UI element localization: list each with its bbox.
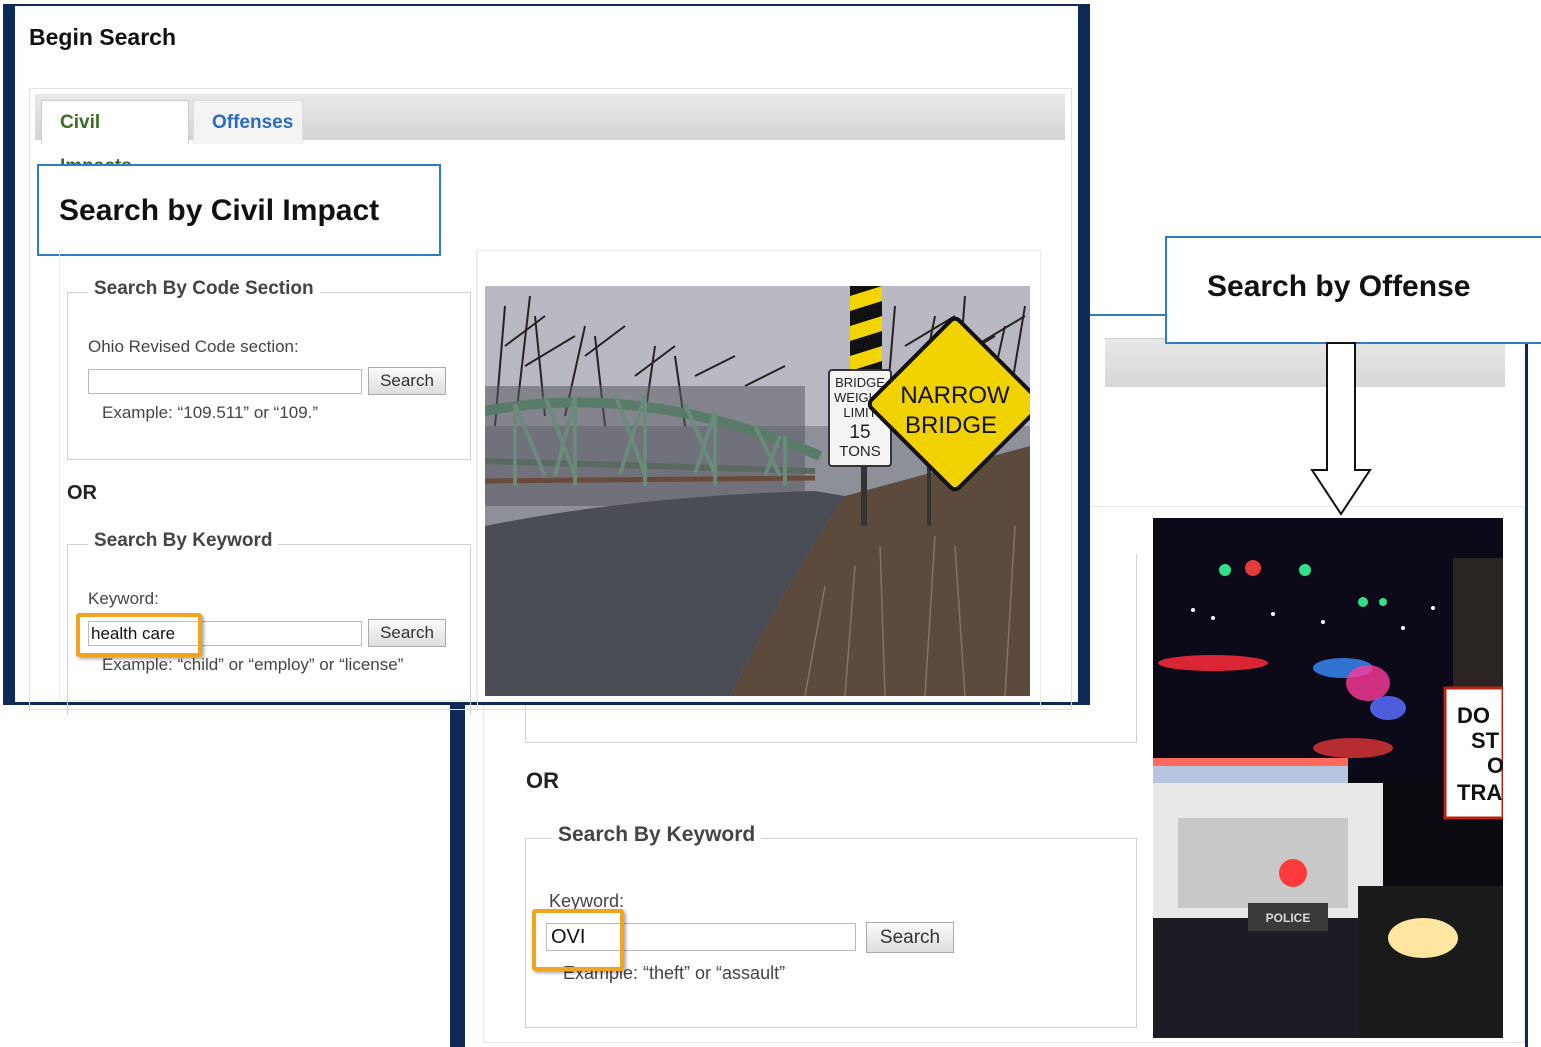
sign-line-3: O bbox=[1487, 753, 1503, 778]
tab-civil-impacts[interactable]: Civil Impacts bbox=[41, 100, 189, 177]
offenses-tab-strip bbox=[1105, 338, 1505, 387]
offenses-keyword-legend: Search By Keyword bbox=[552, 823, 762, 847]
keyword-legend: Search By Keyword bbox=[88, 530, 279, 552]
search-by-offense-text: Search by Offense bbox=[1207, 270, 1471, 303]
code-section-label: Ohio Revised Code section: bbox=[88, 337, 299, 356]
keyword-example: Example: “child” or “employ” or “license… bbox=[102, 655, 404, 674]
offenses-keyword-fieldset: Search By Keyword Keyword: Search Exampl… bbox=[525, 823, 1137, 1028]
weight-sign-line-1: BRIDGE bbox=[835, 375, 885, 390]
ovi-highlight-box bbox=[532, 909, 624, 971]
police-cars-night-photo: POLICE DO ST O TRA bbox=[1153, 518, 1503, 1038]
tab-offenses[interactable]: Offenses bbox=[193, 100, 303, 144]
sign-line-1: DO bbox=[1457, 703, 1490, 728]
keyword-fieldset: Search By Keyword Keyword: Search Exampl… bbox=[67, 530, 471, 715]
or-label: OR bbox=[67, 482, 97, 504]
search-by-offense-callout: Search by Offense bbox=[1165, 236, 1541, 344]
sign-line-2: ST bbox=[1471, 728, 1500, 753]
callout-connector-line bbox=[1088, 314, 1168, 316]
code-section-legend: Search By Code Section bbox=[88, 278, 320, 300]
code-section-fieldset: Search By Code Section Ohio Revised Code… bbox=[67, 278, 471, 460]
weight-sign-line-5: TONS bbox=[839, 443, 880, 460]
warning-sign-line-1: NARROW bbox=[900, 382, 1010, 409]
health-care-highlight-box bbox=[76, 613, 202, 657]
page-title: Begin Search bbox=[29, 24, 176, 50]
code-section-search-button[interactable]: Search bbox=[368, 367, 446, 395]
tab-bar bbox=[35, 94, 1065, 140]
keyword-label: Keyword: bbox=[88, 589, 159, 608]
police-car-label: POLICE bbox=[1266, 911, 1311, 925]
narrow-bridge-photo: BRIDGE WEIGHT LIMIT 15 TONS NARROW BRIDG… bbox=[485, 286, 1030, 696]
offenses-or-label: OR bbox=[526, 768, 559, 793]
civil-impacts-panel: Begin Search Civil Impacts Offenses Sear… bbox=[3, 4, 1090, 715]
search-by-civil-impact-text: Search by Civil Impact bbox=[59, 194, 380, 227]
code-section-input[interactable] bbox=[88, 369, 362, 394]
down-arrow-icon bbox=[1310, 342, 1372, 516]
search-by-civil-impact-callout: Search by Civil Impact bbox=[37, 164, 441, 256]
warning-sign-line-2: BRIDGE bbox=[905, 412, 997, 439]
keyword-search-button[interactable]: Search bbox=[368, 619, 446, 647]
sign-line-4: TRA bbox=[1457, 780, 1502, 805]
code-section-example: Example: “109.511” or “109.” bbox=[102, 403, 319, 422]
offenses-keyword-search-button[interactable]: Search bbox=[866, 922, 954, 953]
weight-sign-line-4: 15 bbox=[849, 422, 870, 443]
